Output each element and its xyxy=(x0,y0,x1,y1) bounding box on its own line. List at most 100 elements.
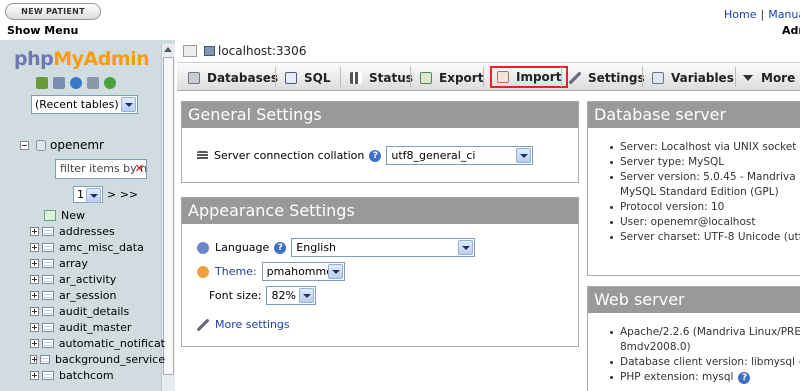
expand-icon[interactable] xyxy=(30,258,39,268)
docs-icon[interactable] xyxy=(87,77,99,89)
chevron-down-icon[interactable] xyxy=(458,240,474,255)
tree-table-item[interactable]: amc_misc_data xyxy=(30,239,165,255)
expand-icon[interactable] xyxy=(30,290,39,300)
new-patient-button[interactable]: NEW PATIENT xyxy=(5,3,101,20)
tree-item-label[interactable]: background_service xyxy=(55,353,165,366)
tab-settings[interactable]: Settings xyxy=(569,67,645,88)
clear-filter-icon[interactable]: ✕ xyxy=(135,160,144,178)
tab-label: Status xyxy=(369,70,413,85)
scroll-up-icon[interactable] xyxy=(164,47,172,52)
theme-select[interactable]: pmahomme xyxy=(261,262,345,281)
exit-icon[interactable] xyxy=(53,77,65,89)
language-select[interactable]: English xyxy=(291,238,476,257)
tree-table-item[interactable]: addresses xyxy=(30,223,165,239)
expand-icon[interactable] xyxy=(30,226,39,236)
breadcrumb-server[interactable]: localhost:3306 xyxy=(218,44,306,58)
expand-icon[interactable] xyxy=(30,370,39,380)
expand-icon[interactable] xyxy=(30,338,39,348)
tree-table-item[interactable]: audit_master xyxy=(30,319,165,335)
fontsize-select[interactable]: 82% xyxy=(266,286,317,305)
web-info-item: PHP extension: mysql? xyxy=(608,370,800,385)
general-settings-panel: General Settings Server connection colla… xyxy=(181,101,579,183)
tab-separator xyxy=(410,67,411,87)
tab-status[interactable]: Status xyxy=(350,67,413,88)
chevron-down-icon[interactable] xyxy=(299,288,315,303)
table-icon[interactable] xyxy=(42,226,54,236)
more-settings-link[interactable]: More settings xyxy=(215,318,290,331)
collation-select[interactable]: utf8_general_ci xyxy=(386,146,534,165)
tab-databases[interactable]: Databases xyxy=(188,67,278,88)
tab-export[interactable]: Export xyxy=(420,67,483,88)
help-icon[interactable] xyxy=(70,77,82,89)
page-select[interactable]: 1 xyxy=(73,186,103,203)
next-page-link[interactable]: > >> xyxy=(107,188,138,201)
tree-table-item[interactable]: array xyxy=(30,255,165,271)
filter-items-input[interactable]: filter items by na ✕ xyxy=(55,159,147,179)
expand-icon[interactable] xyxy=(30,306,39,316)
chevron-down-icon[interactable] xyxy=(516,148,532,163)
tree-item-label[interactable]: ar_activity xyxy=(59,273,116,286)
tab-sql[interactable]: SQL xyxy=(285,67,331,88)
help-icon[interactable]: ? xyxy=(274,241,287,254)
home-icon[interactable] xyxy=(36,77,48,89)
tree-item-label[interactable]: automatic_notificat xyxy=(59,337,165,350)
collation-value: utf8_general_ci xyxy=(391,149,476,162)
table-tree: New addresses amc_misc_dataarray ar_activit… xyxy=(30,207,165,383)
tab-separator xyxy=(275,67,276,87)
expand-icon[interactable] xyxy=(30,242,39,252)
table-icon[interactable] xyxy=(42,274,54,284)
table-icon[interactable] xyxy=(42,242,54,252)
home-link[interactable]: Home xyxy=(724,8,756,21)
web-info-text: Database client version: libmysql - 5. xyxy=(620,356,800,368)
tree-item-label[interactable]: audit_master xyxy=(59,321,131,334)
tree-table-item[interactable]: ar_session xyxy=(30,287,165,303)
import-icon xyxy=(497,71,509,83)
reload-icon[interactable] xyxy=(104,77,116,89)
tree-table-item[interactable]: batchcom xyxy=(30,367,165,383)
collapse-icon[interactable] xyxy=(20,140,29,150)
help-icon[interactable]: ? xyxy=(738,372,751,384)
table-icon[interactable] xyxy=(42,322,54,332)
table-icon[interactable] xyxy=(42,306,54,316)
tree-item-label[interactable]: array xyxy=(59,257,88,270)
tab-more[interactable]: More xyxy=(743,67,795,88)
collapse-nav-icon[interactable] xyxy=(183,45,197,57)
tree-table-item[interactable]: automatic_notificat xyxy=(30,335,165,351)
chevron-down-icon[interactable] xyxy=(86,188,101,203)
chevron-down-icon xyxy=(743,74,753,81)
server-info-item: Protocol version: 10 xyxy=(608,200,800,215)
recent-tables-select[interactable]: (Recent tables) ... xyxy=(31,95,138,114)
manual-link[interactable]: Manua xyxy=(768,8,800,21)
chevron-down-icon[interactable] xyxy=(121,97,136,112)
tree-item-label[interactable]: New xyxy=(61,209,85,222)
tree-item-label[interactable]: ar_session xyxy=(59,289,116,302)
phpmyadmin-logo[interactable]: phpMyAdmin xyxy=(14,48,150,70)
tree-item-label[interactable]: batchcom xyxy=(59,369,114,382)
tree-table-item[interactable]: ar_activity xyxy=(30,271,165,287)
tree-item-new[interactable]: New xyxy=(30,207,165,223)
variables-icon xyxy=(652,71,664,84)
database-name[interactable]: openemr xyxy=(50,138,104,152)
new-table-icon xyxy=(44,209,56,221)
table-icon[interactable] xyxy=(42,370,54,380)
expand-icon[interactable] xyxy=(30,354,38,364)
show-menu-link[interactable]: Show Menu xyxy=(7,24,78,37)
table-icon[interactable] xyxy=(40,354,51,364)
theme-label: Theme: xyxy=(215,265,257,278)
table-icon[interactable] xyxy=(42,290,54,300)
help-icon[interactable]: ? xyxy=(369,149,382,162)
tree-item-label[interactable]: amc_misc_data xyxy=(59,241,144,254)
tab-variables[interactable]: Variables xyxy=(652,67,734,88)
tree-item-label[interactable]: audit_details xyxy=(59,305,129,318)
tree-item-label[interactable]: addresses xyxy=(59,225,115,238)
tree-table-item[interactable]: background_service xyxy=(30,351,165,367)
tab-import[interactable]: Import xyxy=(490,66,569,88)
table-icon[interactable] xyxy=(41,338,54,348)
expand-icon[interactable] xyxy=(30,274,39,284)
appearance-settings-panel: Appearance Settings Language ? English T… xyxy=(181,197,579,347)
expand-icon[interactable] xyxy=(30,322,39,332)
chevron-down-icon[interactable] xyxy=(327,264,343,279)
tree-database-openemr[interactable]: openemr xyxy=(20,138,104,152)
table-icon[interactable] xyxy=(42,258,54,268)
tree-table-item[interactable]: audit_details xyxy=(30,303,165,319)
